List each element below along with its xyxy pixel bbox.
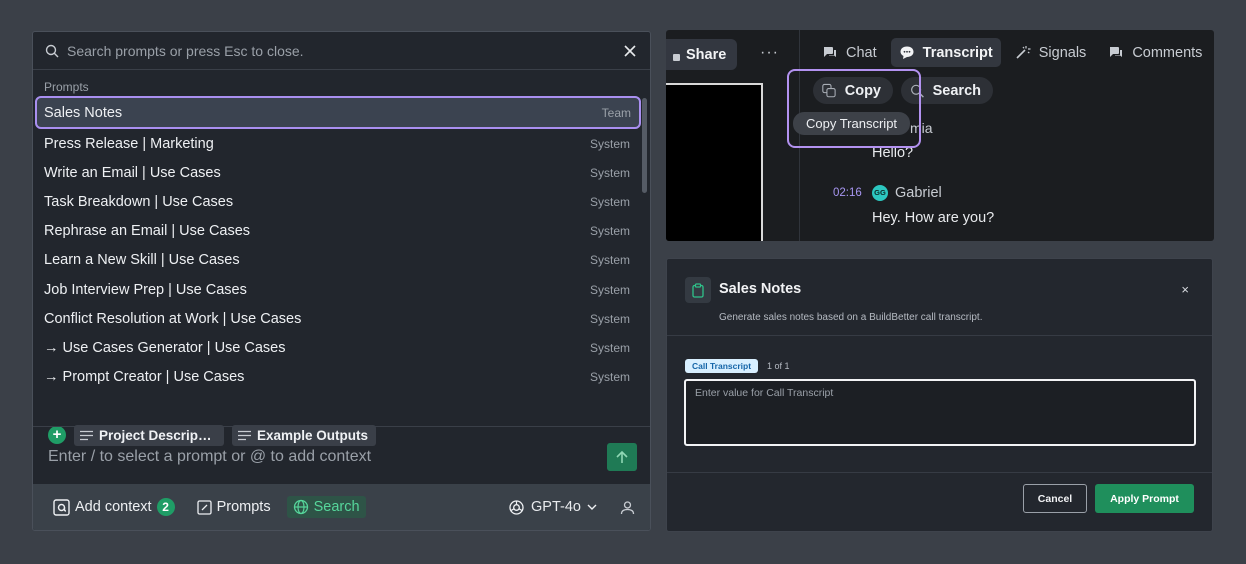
openai-icon bbox=[509, 499, 524, 515]
prompt-item[interactable]: Job Interview Prep | Use Cases System bbox=[33, 275, 650, 304]
palette-footer: Add context 2 Prompts Search GPT-4o bbox=[33, 484, 650, 530]
people-icon[interactable] bbox=[619, 500, 636, 515]
transcript-message: Hey. How are you? bbox=[872, 210, 995, 226]
compose-input[interactable] bbox=[48, 447, 607, 466]
apply-prompt-button[interactable]: Apply Prompt bbox=[1095, 484, 1194, 513]
chevron-down-icon bbox=[587, 504, 597, 510]
prompt-item[interactable]: Write an Email | Use Cases System bbox=[33, 158, 650, 187]
prompt-item[interactable]: Press Release | Marketing System bbox=[33, 129, 650, 158]
dialog-footer: Cancel Apply Prompt bbox=[667, 472, 1212, 531]
edit-icon bbox=[196, 499, 212, 515]
field-label-pill: Call Transcript bbox=[685, 359, 759, 373]
tab-chat[interactable]: Chat bbox=[814, 38, 885, 67]
tab-label: Transcript bbox=[922, 44, 993, 61]
tab-label: Signals bbox=[1038, 44, 1087, 61]
search-icon bbox=[45, 44, 59, 57]
prompt-item[interactable]: → Use Cases Generator | Use Cases System bbox=[33, 333, 650, 362]
timestamp[interactable]: 02:16 bbox=[833, 187, 862, 199]
arrow-up-icon bbox=[616, 450, 628, 463]
call-transcript-field[interactable] bbox=[684, 379, 1196, 446]
web-search-toggle[interactable]: Search bbox=[286, 496, 366, 518]
prompts-section-label: Prompts bbox=[44, 80, 89, 94]
prompt-search-input[interactable] bbox=[67, 42, 622, 59]
prompt-item-tag: System bbox=[589, 311, 630, 326]
chat-bubbles-icon bbox=[824, 47, 836, 57]
prompt-item-label: Learn a New Skill | Use Cases bbox=[44, 252, 240, 269]
prompt-item-sales-notes[interactable]: Sales Notes Team bbox=[35, 96, 641, 129]
at-sign-icon bbox=[53, 498, 70, 516]
apply-prompt-dialog: Sales Notes Generate sales notes based o… bbox=[666, 258, 1213, 532]
dialog-subtitle: Generate sales notes based on a BuildBet… bbox=[719, 312, 983, 323]
tab-signals[interactable]: Signals bbox=[1007, 38, 1095, 67]
prompt-item-label: Job Interview Prep | Use Cases bbox=[44, 281, 247, 298]
prompt-item-tag: System bbox=[589, 224, 630, 239]
prompt-item-tag: System bbox=[589, 136, 630, 151]
prompt-item-label: Task Breakdown | Use Cases bbox=[44, 193, 234, 210]
prompt-item-label: → Prompt Creator | Use Cases bbox=[44, 369, 245, 386]
speech-bubble-icon bbox=[900, 46, 914, 59]
tab-label: Chat bbox=[846, 44, 877, 61]
prompt-item-tag: System bbox=[589, 165, 630, 180]
tab-transcript[interactable]: Transcript bbox=[890, 38, 1001, 67]
tab-label: Comments bbox=[1132, 44, 1203, 61]
search-label: Search bbox=[932, 82, 981, 99]
prompt-item-tag: System bbox=[589, 194, 630, 209]
prompts-button[interactable]: Prompts bbox=[191, 496, 277, 518]
video-preview[interactable] bbox=[666, 83, 763, 241]
search-label: Search bbox=[313, 499, 360, 515]
speaker-name: Gabriel bbox=[895, 185, 942, 201]
prompt-item-tag: System bbox=[589, 253, 630, 268]
prompts-label: Prompts bbox=[216, 499, 271, 515]
send-button[interactable] bbox=[607, 442, 637, 471]
transcript-panel: Share ··· Chat Transcript Signals Commen… bbox=[666, 30, 1214, 241]
magic-wand-icon bbox=[1016, 46, 1031, 59]
prompt-item-label: Rephrase an Email | Use Cases bbox=[44, 223, 251, 240]
add-context-label: Add context bbox=[75, 499, 152, 515]
clipboard-icon bbox=[685, 277, 711, 303]
prompt-item[interactable]: Rephrase an Email | Use Cases System bbox=[33, 217, 650, 246]
prompt-list: Sales Notes Team Press Release | Marketi… bbox=[33, 96, 650, 421]
comments-icon bbox=[1110, 47, 1123, 57]
cancel-button[interactable]: Cancel bbox=[1023, 484, 1087, 513]
tab-comments[interactable]: Comments bbox=[1100, 38, 1210, 67]
prompt-item-tag: System bbox=[589, 282, 630, 297]
prompt-item[interactable]: Task Breakdown | Use Cases System bbox=[33, 187, 650, 216]
palette-search-bar bbox=[33, 32, 650, 70]
prompt-item[interactable]: → Prompt Creator | Use Cases System bbox=[33, 363, 650, 392]
lock-icon bbox=[673, 53, 680, 61]
prompt-item-tag: Team bbox=[601, 105, 631, 120]
prompt-palette: Prompts Sales Notes Team Press Release |… bbox=[32, 31, 651, 531]
model-label: GPT-4o bbox=[531, 499, 581, 515]
context-count-badge: 2 bbox=[156, 498, 175, 516]
prompt-item[interactable]: Conflict Resolution at Work | Use Cases … bbox=[33, 304, 650, 333]
prompt-item-label: → Use Cases Generator | Use Cases bbox=[44, 339, 286, 356]
highlight-outline bbox=[787, 69, 921, 148]
globe-icon bbox=[293, 499, 308, 515]
list-scrollbar[interactable] bbox=[642, 98, 647, 193]
prompt-item[interactable]: Learn a New Skill | Use Cases System bbox=[33, 246, 650, 275]
close-icon[interactable]: × bbox=[1181, 282, 1189, 297]
avatar: GG bbox=[872, 185, 888, 201]
field-count: 1 of 1 bbox=[767, 361, 790, 371]
prompt-item-label: Sales Notes bbox=[44, 104, 123, 121]
transcript-tabs: Chat Transcript Signals Comments bbox=[814, 38, 1210, 67]
share-button[interactable]: Share bbox=[666, 39, 737, 70]
model-selector[interactable]: GPT-4o bbox=[508, 499, 597, 516]
prompt-item-label: Conflict Resolution at Work | Use Cases bbox=[44, 310, 302, 327]
prompt-item-tag: System bbox=[589, 370, 630, 385]
share-label: Share bbox=[686, 46, 727, 63]
dialog-title: Sales Notes bbox=[719, 281, 802, 297]
more-options-icon[interactable]: ··· bbox=[760, 44, 779, 62]
prompt-item-tag: System bbox=[589, 340, 630, 355]
prompt-item-label: Write an Email | Use Cases bbox=[44, 164, 221, 181]
add-context-button[interactable]: Add context 2 bbox=[47, 495, 181, 519]
compose-bar bbox=[33, 426, 650, 486]
close-icon[interactable] bbox=[622, 43, 638, 59]
dialog-header: Sales Notes Generate sales notes based o… bbox=[667, 259, 1212, 336]
prompt-item-label: Press Release | Marketing bbox=[44, 135, 214, 152]
